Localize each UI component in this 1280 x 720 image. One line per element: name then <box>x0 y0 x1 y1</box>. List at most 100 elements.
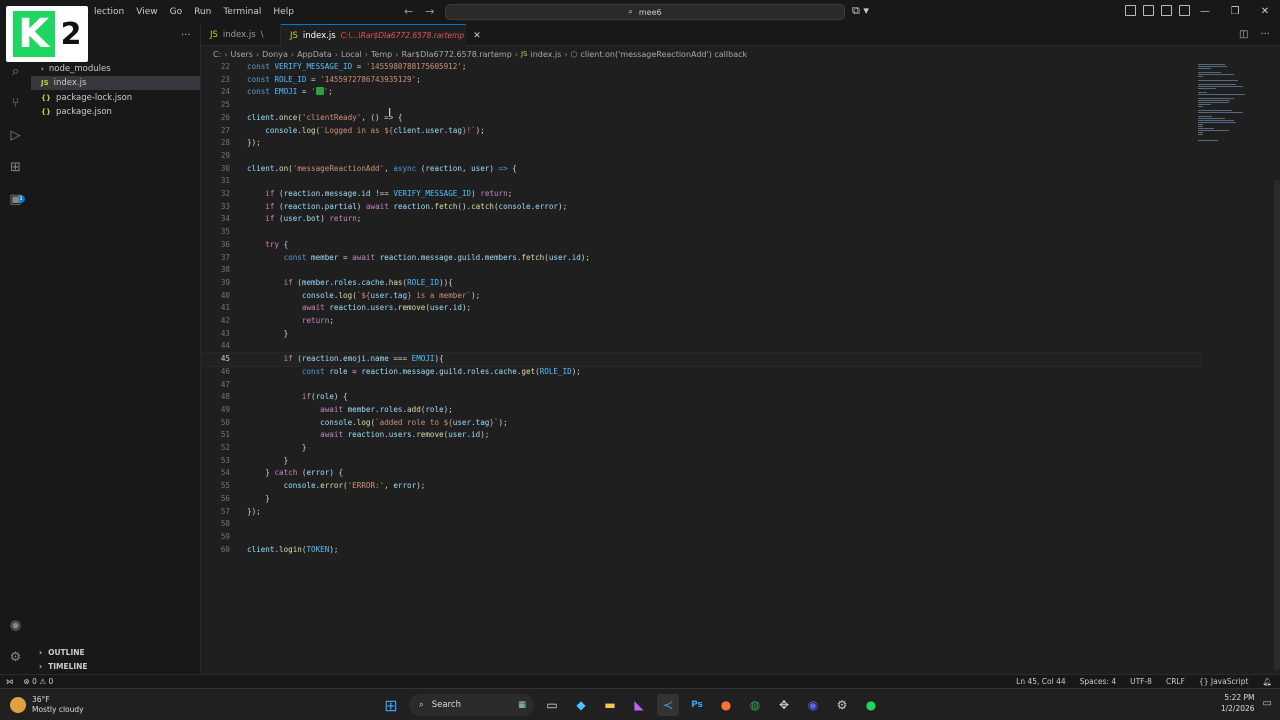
code-line[interactable]: 39 if (member.roles.cache.has(ROLE_ID)){ <box>201 277 1201 290</box>
tab-index-js-active[interactable]: JS index.js C:\...\Rar$DIa6772.6578.rart… <box>281 24 481 46</box>
notification-icon[interactable]: ▭ <box>1263 698 1272 709</box>
code-line[interactable]: 55 console.error('ERROR:', error); <box>201 480 1201 493</box>
more-actions-icon[interactable]: ··· <box>1260 29 1270 40</box>
code-line[interactable]: 46 const role = reaction.message.guild.r… <box>201 366 1201 379</box>
breadcrumb-item[interactable]: client.on('messageReactionAdd') callback <box>581 50 748 59</box>
code-line[interactable]: 27 console.log(`Logged in as ${client.us… <box>201 125 1201 138</box>
code-line[interactable]: 56 } <box>201 493 1201 506</box>
language-mode[interactable]: {} JavaScript <box>1199 677 1249 686</box>
split-editor-icon[interactable]: ◫ <box>1239 29 1248 40</box>
code-line[interactable]: 35 <box>201 226 1201 239</box>
run-debug-icon[interactable]: ▷ <box>8 128 23 143</box>
code-line[interactable]: 30 client.on('messageReactionAdd', async … <box>201 163 1201 176</box>
code-line[interactable]: 38 <box>201 264 1201 277</box>
code-line[interactable]: 23 const ROLE_ID = '1455972786743935129'; <box>201 74 1201 87</box>
menu-help[interactable]: Help <box>267 7 300 17</box>
notifications-bell-icon[interactable]: 🔔︎ <box>1262 677 1272 686</box>
menu-terminal[interactable]: Terminal <box>217 7 267 17</box>
breadcrumb-item[interactable]: Local <box>341 50 362 59</box>
weather-widget[interactable]: 36°F Mostly cloudy <box>10 695 84 715</box>
close-icon[interactable]: ✕ <box>473 31 481 41</box>
code-line[interactable]: 48 if(role) { <box>201 391 1201 404</box>
code-line[interactable]: 26 client.once('clientReady', () => { <box>201 112 1201 125</box>
minimap[interactable] <box>1196 62 1256 147</box>
close-window-icon[interactable]: ✕ <box>1250 0 1280 24</box>
breadcrumb-item[interactable]: Users <box>230 50 252 59</box>
remote-explorer-icon[interactable]: ▣ <box>8 192 23 207</box>
discord-icon[interactable]: ◉ <box>802 694 824 716</box>
code-line[interactable]: 51 await reaction.users.remove(user.id); <box>201 429 1201 442</box>
search-icon[interactable]: ⌕ <box>8 64 23 79</box>
code-line[interactable]: 40 console.log(`${user.tag} is a member`… <box>201 290 1201 303</box>
source-control-icon[interactable]: ⑂ <box>8 96 23 111</box>
task-view-icon[interactable]: ▭ <box>541 694 563 716</box>
remote-icon[interactable]: ⋈ <box>6 677 14 686</box>
outline-section[interactable]: › OUTLINE <box>31 645 200 659</box>
breadcrumb-item[interactable]: C: <box>213 50 221 59</box>
code-line[interactable]: 58 <box>201 518 1201 531</box>
copilot-app-icon[interactable]: ◆ <box>570 694 592 716</box>
back-arrow-icon[interactable]: ← <box>404 5 413 18</box>
menu-view[interactable]: View <box>130 7 163 17</box>
menu-run[interactable]: Run <box>188 7 217 17</box>
taskbar-search[interactable]: ⌕ Search ▦ <box>409 694 534 716</box>
customize-layout-icon[interactable] <box>1125 5 1136 16</box>
clock[interactable]: 5:22 PM 1/2/2026 <box>1221 692 1255 714</box>
encoding[interactable]: UTF-8 <box>1130 677 1152 686</box>
end-of-line[interactable]: CRLF <box>1166 677 1185 686</box>
code-line[interactable]: 22 const VERIFY_MESSAGE_ID = '14559807881… <box>201 61 1201 74</box>
code-line[interactable]: 59 <box>201 531 1201 544</box>
extensions-icon[interactable]: ⊞ <box>8 160 23 175</box>
visual-studio-icon[interactable]: ◣ <box>628 694 650 716</box>
tree-file-package-lock[interactable]: {} package-lock.json <box>31 91 200 105</box>
vscode-icon[interactable]: ≺ <box>657 694 679 716</box>
steam-icon[interactable]: ⚙ <box>831 694 853 716</box>
timeline-section[interactable]: › TIMELINE <box>31 659 200 673</box>
code-line[interactable]: 25 <box>201 99 1201 112</box>
app-icon[interactable]: ✥ <box>773 694 795 716</box>
code-line[interactable]: 57}); <box>201 506 1201 519</box>
minimize-icon[interactable]: — <box>1190 0 1220 24</box>
code-line[interactable]: 60 client.login(TOKEN); <box>201 544 1201 557</box>
problems-indicator[interactable]: ⊗ 0 ⚠ 0 <box>24 677 54 686</box>
tree-file-package-json[interactable]: {} package.json <box>31 105 200 119</box>
code-line[interactable]: 37 const member = await reaction.message… <box>201 252 1201 265</box>
code-line[interactable]: 52 } <box>201 442 1201 455</box>
photoshop-icon[interactable]: Ps <box>686 694 708 716</box>
menu-go[interactable]: Go <box>164 7 188 17</box>
code-line[interactable]: 33 if (reaction.partial) await reaction.… <box>201 201 1201 214</box>
code-line[interactable]: 28}); <box>201 137 1201 150</box>
code-line[interactable]: 54 } catch (error) { <box>201 467 1201 480</box>
toggle-sidebar-icon[interactable] <box>1143 5 1154 16</box>
code-line[interactable]: 36 try { <box>201 239 1201 252</box>
settings-gear-icon[interactable]: ⚙ <box>8 650 23 665</box>
spotify-icon[interactable]: ● <box>860 694 882 716</box>
tree-file-index-js[interactable]: JS index.js <box>31 76 200 90</box>
breadcrumb-item[interactable]: Donya <box>262 50 288 59</box>
code-line[interactable]: 32 if (reaction.message.id !== VERIFY_ME… <box>201 188 1201 201</box>
chrome-icon[interactable]: ◍ <box>744 694 766 716</box>
code-editor[interactable]: 22 const VERIFY_MESSAGE_ID = '14559807881… <box>200 61 1280 674</box>
code-line[interactable]: 53 } <box>201 455 1201 468</box>
code-line[interactable]: 50 console.log(`added role to ${user.tag… <box>201 417 1201 430</box>
vertical-scrollbar[interactable] <box>1274 180 1280 670</box>
code-line[interactable]: 29 <box>201 150 1201 163</box>
code-line[interactable]: 45 if (reaction.emoji.name === EMOJI){ <box>200 352 1202 367</box>
file-explorer-icon[interactable]: ▬ <box>599 694 621 716</box>
windows-start-icon[interactable]: ⊞ <box>380 694 402 716</box>
code-line[interactable]: 34 if (user.bot) return; <box>201 213 1201 226</box>
toggle-panel-icon[interactable] <box>1161 5 1172 16</box>
menu-selection[interactable]: lection <box>88 7 130 17</box>
code-line[interactable]: 49 await member.roles.add(role); <box>201 404 1201 417</box>
account-icon[interactable]: ◉ <box>8 618 23 633</box>
toggle-secondary-sidebar-icon[interactable] <box>1179 5 1190 16</box>
code-line[interactable]: 24 const EMOJI = ' '; <box>201 86 1201 99</box>
breadcrumb-item[interactable]: Temp <box>371 50 392 59</box>
restore-icon[interactable]: ❐ <box>1220 0 1250 24</box>
forward-arrow-icon[interactable]: → <box>425 5 434 18</box>
tree-folder-node-modules[interactable]: › node_modules <box>31 62 200 76</box>
code-line[interactable]: 44 <box>201 340 1201 353</box>
code-line[interactable]: 41 await reaction.users.remove(user.id); <box>201 302 1201 315</box>
breadcrumb-item[interactable]: AppData <box>297 50 332 59</box>
breadcrumb-item[interactable]: index.js <box>531 50 562 59</box>
